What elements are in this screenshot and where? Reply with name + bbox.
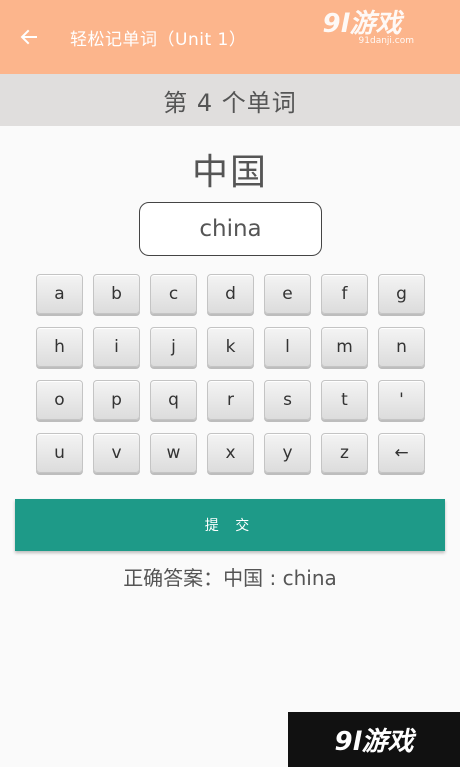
watermark-top-main: 9l游戏 — [322, 9, 402, 39]
word-index: 第 4 个单词 — [163, 88, 297, 117]
key[interactable]: n — [378, 327, 425, 367]
word-index-band: 第 4 个单词 — [0, 74, 460, 126]
backspace-key[interactable]: ← — [378, 433, 425, 473]
key[interactable]: z — [321, 433, 368, 473]
back-button[interactable] — [16, 24, 42, 50]
key[interactable]: e — [264, 274, 311, 314]
key[interactable]: q — [150, 380, 197, 420]
key[interactable]: k — [207, 327, 254, 367]
watermark-logo-top: 9l游戏 91danji.com — [323, 10, 414, 46]
key[interactable]: u — [36, 433, 83, 473]
key[interactable]: f — [321, 274, 368, 314]
key[interactable]: j — [150, 327, 197, 367]
chinese-word: 中国 — [191, 152, 268, 193]
key[interactable]: i — [93, 327, 140, 367]
key[interactable]: r — [207, 380, 254, 420]
arrow-left-icon — [20, 29, 37, 45]
key[interactable]: ' — [378, 380, 425, 420]
key[interactable]: g — [378, 274, 425, 314]
key[interactable]: s — [264, 380, 311, 420]
correct-answer: 正确答案：中国 : china — [123, 566, 337, 590]
key[interactable]: v — [93, 433, 140, 473]
key[interactable]: m — [321, 327, 368, 367]
key[interactable]: w — [150, 433, 197, 473]
key[interactable]: h — [36, 327, 83, 367]
key[interactable]: c — [150, 274, 197, 314]
submit-button[interactable]: 提 交 — [15, 499, 445, 551]
watermark-logo-bottom: 9l游戏 — [288, 712, 460, 767]
key[interactable]: x — [207, 433, 254, 473]
key[interactable]: l — [264, 327, 311, 367]
key[interactable]: b — [93, 274, 140, 314]
key[interactable]: t — [321, 380, 368, 420]
key[interactable]: d — [207, 274, 254, 314]
answer-input[interactable]: china — [139, 202, 322, 256]
key[interactable]: o — [36, 380, 83, 420]
watermark-top-sub: 91danji.com — [358, 36, 414, 46]
key[interactable]: y — [264, 433, 311, 473]
app-bar: 轻松记单词（Unit 1） 9l游戏 91danji.com — [0, 0, 460, 74]
key[interactable]: a — [36, 274, 83, 314]
key[interactable]: p — [93, 380, 140, 420]
app-title: 轻松记单词（Unit 1） — [70, 29, 247, 50]
